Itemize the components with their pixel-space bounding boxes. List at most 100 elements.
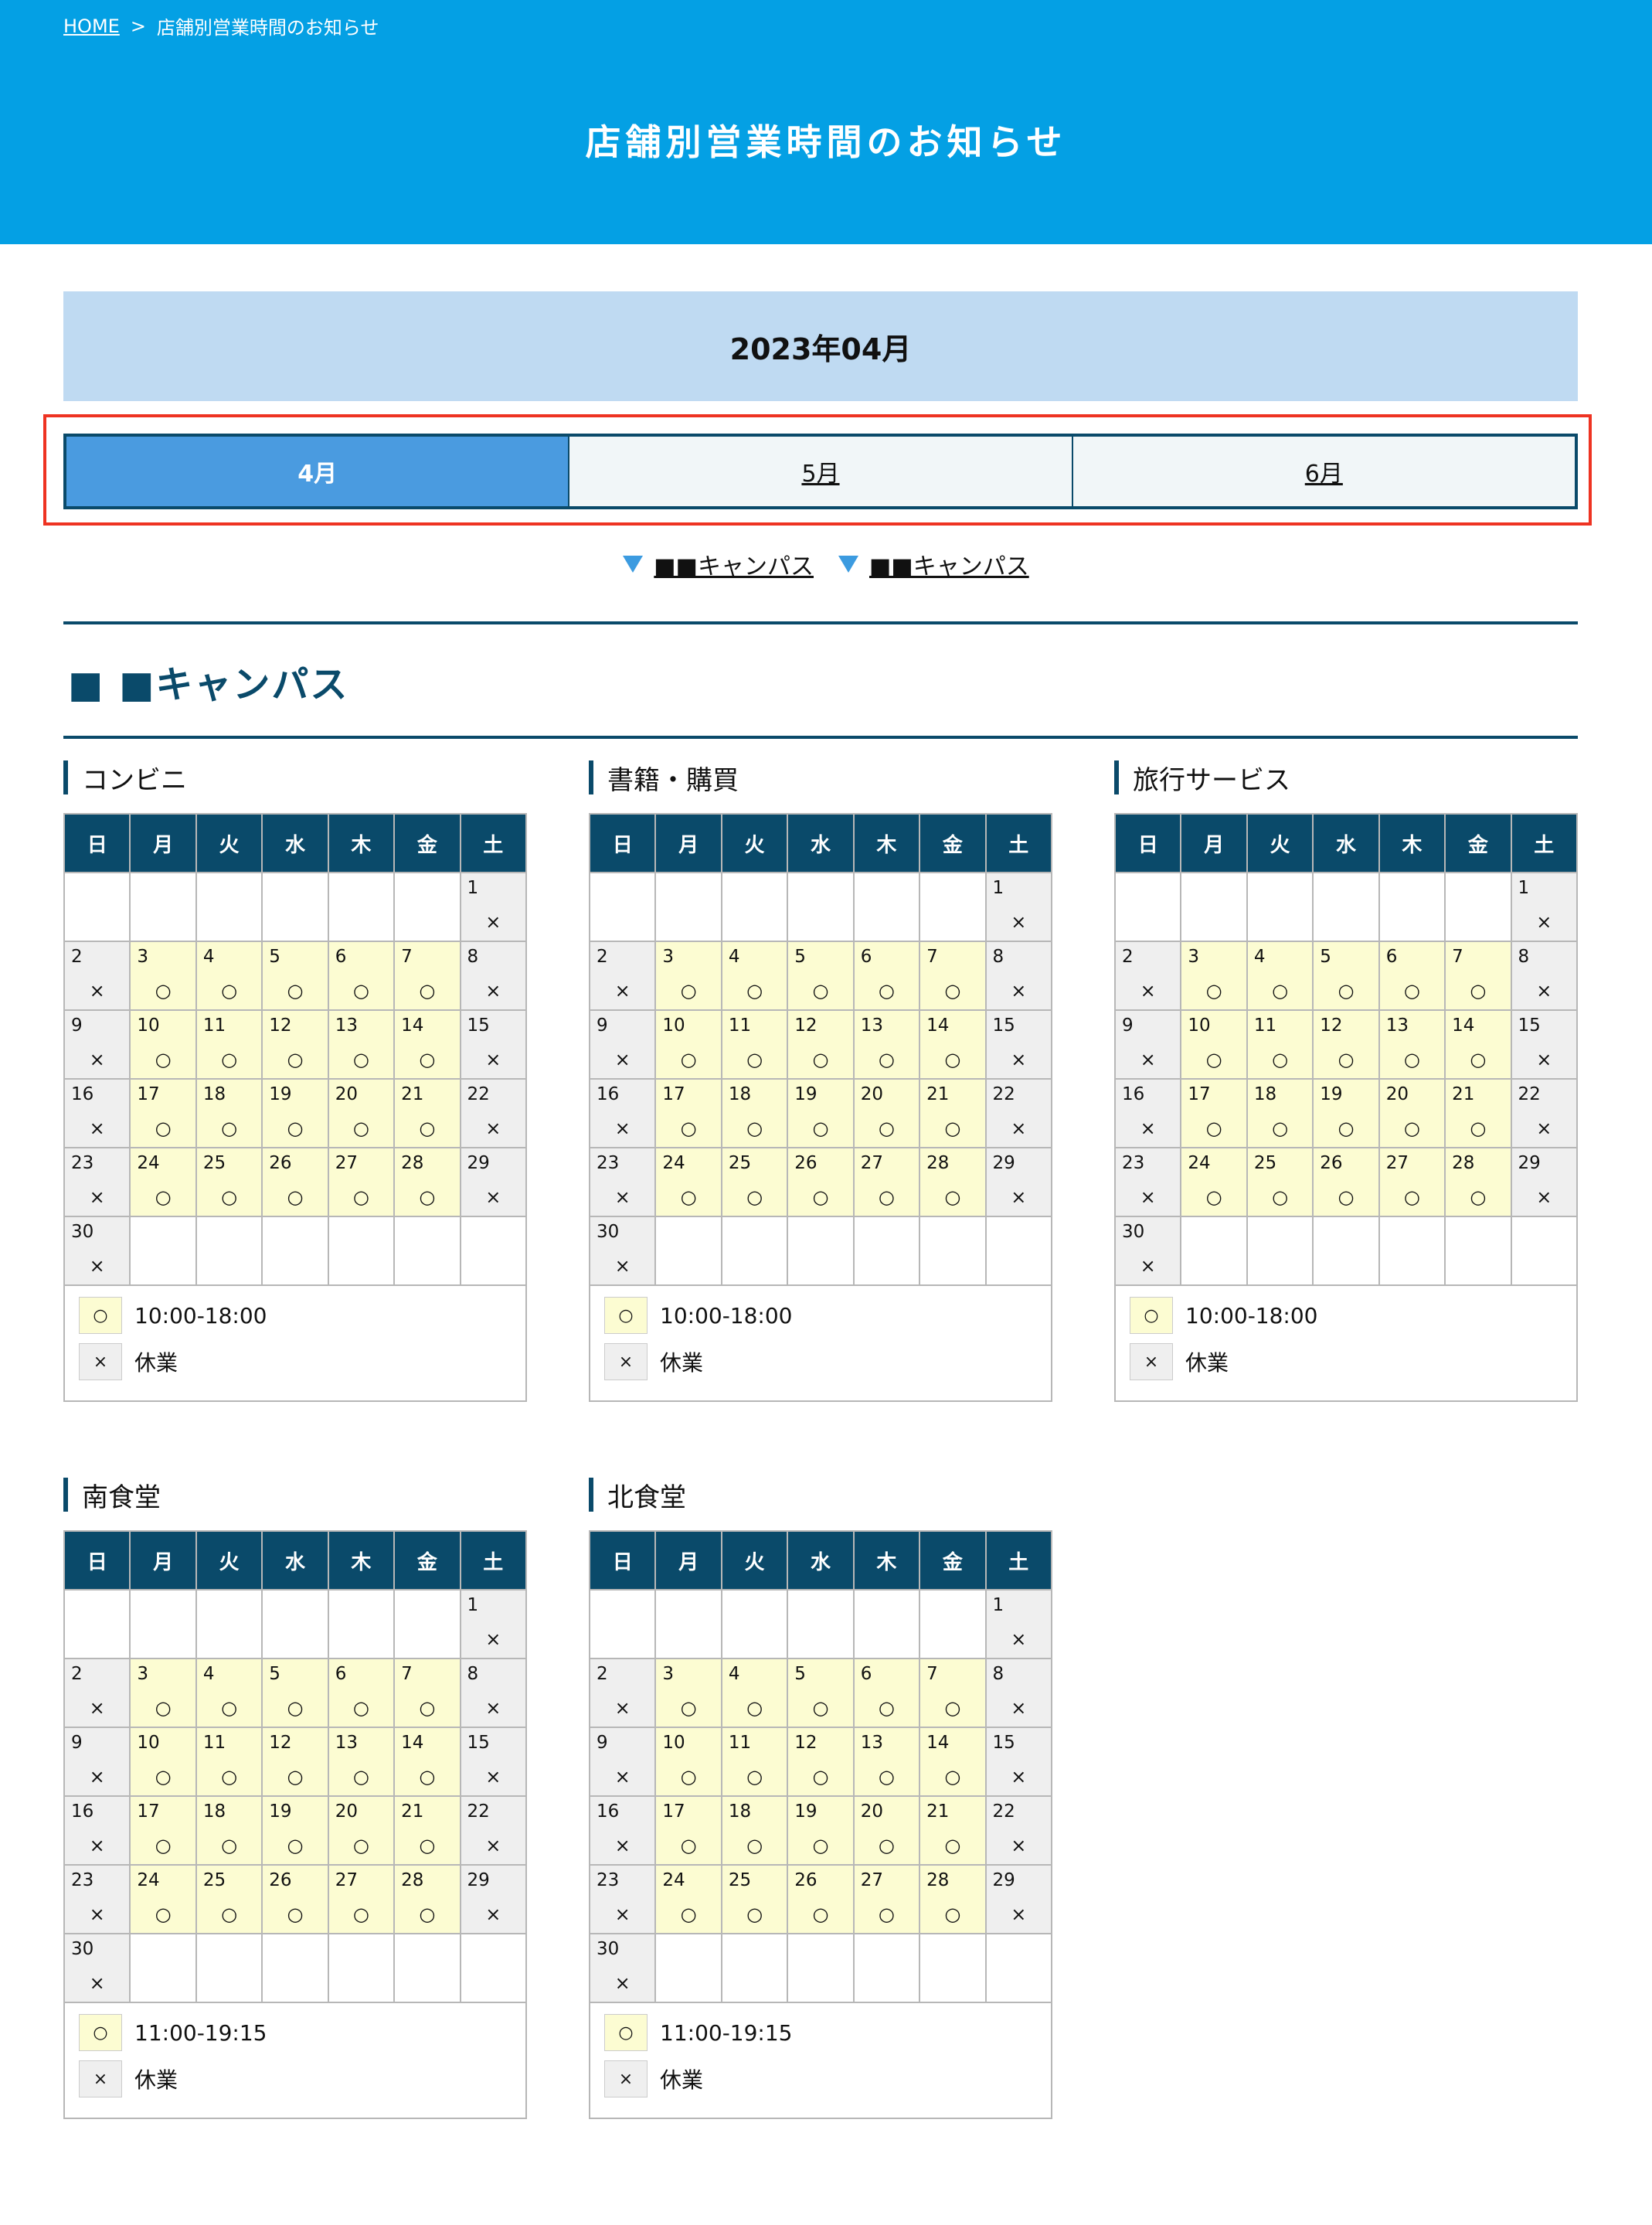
- status-mark: ○: [680, 1697, 697, 1719]
- calendar-day-cell: 9 ×: [588, 1727, 657, 1797]
- legend-closed-swatch: ×: [79, 1343, 122, 1380]
- day-number: 18: [728, 1084, 752, 1104]
- calendar-legend: ○ 10:00-18:00 × 休業: [1114, 1286, 1578, 1402]
- calendar-empty-cell: [261, 1589, 329, 1659]
- calendar-day-cell: 9 ×: [63, 1727, 131, 1797]
- calendar-day-cell: 26 ○: [261, 1864, 329, 1934]
- calendar-week-row: 9 × 10 ○ 11 ○ 12 ○ 13 ○ 14 ○ 15 ×: [63, 1009, 528, 1080]
- day-number: 21: [1452, 1084, 1475, 1104]
- day-number: 7: [926, 1664, 938, 1684]
- calendar-week-row: 2 × 3 ○ 4 ○ 5 ○ 6 ○ 7 ○ 8 ×: [1113, 941, 1579, 1011]
- calendar-day-cell: 6 ○: [852, 941, 921, 1011]
- status-mark: ×: [614, 980, 631, 1002]
- calendar-week-row: 23 × 24 ○ 25 ○ 26 ○ 27 ○ 28 ○ 29 ×: [63, 1864, 528, 1934]
- calendar-day-cell: 23 ×: [63, 1147, 131, 1217]
- status-mark: ×: [89, 1186, 105, 1208]
- calendar-day-cell: 12 ○: [261, 1009, 329, 1080]
- legend-open-row: ○ 10:00-18:00: [79, 1297, 512, 1334]
- day-number: 11: [202, 1733, 226, 1753]
- calendar-week-row: 30 ×: [1113, 1216, 1579, 1286]
- status-mark: ○: [746, 1766, 763, 1788]
- status-mark: ×: [485, 1628, 501, 1650]
- calendar-day-cell: 27 ○: [852, 1147, 921, 1217]
- day-number: 22: [467, 1801, 490, 1822]
- calendar-empty-cell: [720, 872, 789, 942]
- calendar-day-cell: 26 ○: [261, 1147, 329, 1217]
- day-number: 19: [794, 1084, 818, 1104]
- status-mark: ○: [1205, 980, 1222, 1002]
- calendar-day-cell: 5 ○: [1312, 941, 1380, 1011]
- calendar-day-cell: 3 ○: [129, 1658, 197, 1728]
- calendar-empty-cell: [1246, 872, 1314, 942]
- calendar-empty-cell: [654, 1589, 722, 1659]
- calendar-empty-cell: [1312, 1216, 1380, 1286]
- calendar-empty-cell: [261, 1216, 329, 1286]
- calendar-day-cell: 8 ×: [984, 941, 1053, 1011]
- calendar-day-cell: 11 ○: [1246, 1009, 1314, 1080]
- day-number: 22: [992, 1084, 1015, 1104]
- tab-month-3[interactable]: 6月: [1073, 437, 1575, 506]
- calendar-day-cell: 1 ×: [459, 1589, 528, 1659]
- day-number: 3: [137, 1664, 149, 1684]
- calendar-day-cell: 26 ○: [1312, 1147, 1380, 1217]
- calendar-legend: ○ 11:00-19:15 × 休業: [63, 2003, 527, 2119]
- day-number: 28: [926, 1153, 950, 1173]
- day-number: 3: [662, 947, 675, 967]
- day-number: 15: [467, 1016, 490, 1036]
- calendar-day-cell: 11 ○: [720, 1727, 789, 1797]
- calendar-day-cell: 8 ×: [1510, 941, 1579, 1011]
- day-number: 26: [269, 1153, 292, 1173]
- tab-month-2[interactable]: 5月: [569, 437, 1073, 506]
- store-card: 書籍・購買日月火水木金土 1 × 2 × 3 ○ 4 ○ 5 ○ 6 ○ 7 ○ 8 × 9 × 10 ○ 11 ○ 12 ○ 1…: [588, 760, 1053, 1402]
- status-mark: ○: [812, 1118, 829, 1139]
- calendar-day-cell: 11 ○: [720, 1009, 789, 1080]
- calendar-empty-cell: [195, 872, 263, 942]
- calendar-week-row: 9 × 10 ○ 11 ○ 12 ○ 13 ○ 14 ○ 15 ×: [63, 1727, 528, 1797]
- breadcrumb-home-link[interactable]: HOME: [63, 15, 120, 37]
- calendar-empty-cell: [787, 872, 855, 942]
- weekday-header: 土: [1510, 813, 1579, 873]
- day-number: 6: [335, 947, 347, 967]
- legend-closed-label: 休業: [660, 2067, 704, 2093]
- calendar-day-cell: 18 ○: [1246, 1078, 1314, 1148]
- status-mark: ×: [1011, 1835, 1027, 1856]
- calendar-day-cell: 9 ×: [63, 1009, 131, 1080]
- anchor-link-campus-1[interactable]: ■■キャンパス: [623, 547, 814, 581]
- status-mark: ×: [1011, 1049, 1027, 1070]
- status-mark: ○: [944, 1835, 961, 1856]
- tab-month-1[interactable]: 4月: [66, 437, 570, 506]
- triangle-down-icon: [623, 556, 644, 573]
- status-mark: ○: [680, 1903, 697, 1925]
- status-mark: ○: [1470, 1186, 1487, 1208]
- calendar-day-cell: 4 ○: [720, 1658, 789, 1728]
- day-number: 27: [860, 1870, 883, 1890]
- status-mark: ×: [1536, 1118, 1552, 1139]
- calendar-day-cell: 18 ○: [195, 1795, 263, 1866]
- status-mark: ○: [812, 1835, 829, 1856]
- calendar-day-cell: 22 ×: [459, 1078, 528, 1148]
- day-number: 16: [71, 1801, 94, 1822]
- calendar-day-cell: 16 ×: [63, 1795, 131, 1866]
- calendar-day-cell: 16 ×: [1113, 1078, 1182, 1148]
- status-mark: ○: [944, 1186, 961, 1208]
- weekday-header: 木: [852, 1530, 921, 1591]
- anchor-link-campus-2[interactable]: ■■キャンパス: [838, 547, 1029, 581]
- day-number: 11: [1253, 1016, 1277, 1036]
- calendar-day-cell: 29 ×: [459, 1864, 528, 1934]
- calendar-empty-cell: [1312, 872, 1380, 942]
- day-number: 24: [1188, 1153, 1211, 1173]
- calendar-empty-cell: [720, 1216, 789, 1286]
- calendar-day-cell: 22 ×: [1510, 1078, 1579, 1148]
- day-number: 4: [728, 1664, 740, 1684]
- calendar-empty-cell: [1180, 1216, 1248, 1286]
- status-mark: ×: [1536, 1049, 1552, 1070]
- calendar-empty-cell: [63, 1589, 131, 1659]
- calendar-legend: ○ 11:00-19:15 × 休業: [589, 2003, 1052, 2119]
- calendar-empty-cell: [261, 872, 329, 942]
- status-mark: ○: [1338, 980, 1355, 1002]
- day-number: 6: [1385, 947, 1398, 967]
- weekday-header: 木: [327, 813, 396, 873]
- weekday-header: 日: [63, 1530, 131, 1591]
- status-mark: ○: [419, 1697, 436, 1719]
- calendar-day-cell: 23 ×: [63, 1864, 131, 1934]
